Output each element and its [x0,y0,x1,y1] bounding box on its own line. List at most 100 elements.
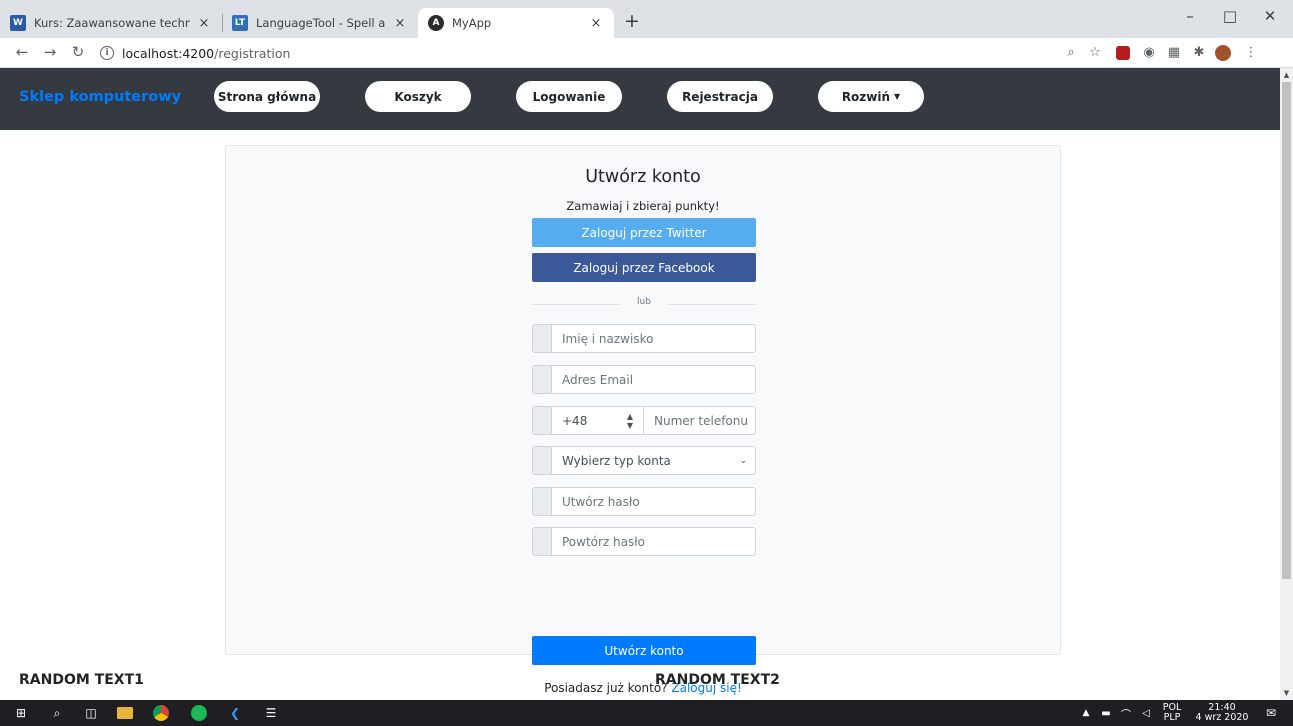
vscode-icon[interactable]: ❮ [226,704,244,722]
lock-icon [533,488,552,515]
new-tab-button[interactable]: + [624,10,640,32]
form-subtitle: Zamawiaj i zbieraj punkty! [566,199,720,213]
repeat-password-field[interactable]: Powtórz hasło [532,527,756,556]
repeat-password-placeholder: Powtórz hasło [562,534,646,549]
search-icon[interactable]: ⌕ [48,704,66,722]
tab-title: Kurs: Zaawansowane technologie [34,16,190,30]
user-icon [533,325,552,352]
facebook-login-button[interactable]: Zaloguj przez Facebook [532,253,756,282]
nav-dropdown-button[interactable]: Rozwiń ▼ [818,81,924,112]
extension-icon[interactable]: ▦ [1165,44,1183,62]
close-icon[interactable]: × [196,16,212,31]
divider-line [668,304,756,305]
chevron-down-icon: ⌄ [739,455,747,466]
windows-taskbar: ⊞ ⌕ ◫ ❮ ☰ ▲ ▬ ⌒ ◁ POL PLP 21:40 4 wrz 20… [0,700,1293,726]
tab-title: LanguageTool - Spell and Grammar [256,16,386,30]
nav-label: Rozwiń [841,89,891,104]
or-divider: lub [532,297,756,311]
browser-tab-myapp[interactable]: A MyApp × [418,8,614,38]
phone-number-input[interactable]: Numer telefonu [644,414,748,428]
angular-icon: A [428,15,444,31]
back-icon[interactable]: ← [10,43,34,61]
create-account-button[interactable]: Utwórz konto [532,636,756,665]
language-indicator[interactable]: POL PLP [1160,703,1184,723]
chrome-icon[interactable] [152,704,170,722]
clock[interactable]: 21:40 4 wrz 2020 [1192,703,1252,723]
registration-card: Utwórz konto Zamawiaj i zbieraj punkty! … [225,145,1061,695]
random-text-2: RANDOM TEXT2 [655,672,780,688]
close-icon[interactable]: × [588,16,604,31]
browser-tab-strip: W Kurs: Zaawansowane technologie × LT La… [0,0,1293,38]
app-icon[interactable]: ☰ [262,704,280,722]
url-host: localhost:4200 [122,45,215,61]
nav-register-button[interactable]: Rejestracja [667,81,773,112]
browser-tab-languagetool[interactable]: LT LanguageTool - Spell and Grammar × [222,8,418,38]
app-navbar: Sklep komputerowy Strona główna Koszyk L… [0,68,1280,130]
password-field[interactable]: Utwórz hasło [532,487,756,516]
bookmark-star-icon[interactable]: ☆ [1086,44,1104,62]
forward-icon[interactable]: → [38,43,62,61]
nav-label: Logowanie [532,89,606,104]
tray-expand-icon[interactable]: ▲ [1077,704,1095,722]
account-type-select[interactable]: Wybierz typ konta ⌄ [532,446,756,475]
login-prompt: Posiadasz już konto? Zaloguj się! [226,681,1060,695]
close-icon[interactable]: × [392,16,408,31]
info-icon[interactable]: i [100,46,114,60]
caret-down-icon: ▼ [894,92,901,101]
wsb-icon: W [10,15,26,31]
wifi-icon[interactable]: ⌒ [1117,704,1135,722]
divider-text: lub [637,297,651,307]
nav-label: Strona główna [217,89,317,104]
battery-icon[interactable]: ▬ [1097,704,1115,722]
file-explorer-icon[interactable] [116,704,134,722]
random-text-1: RANDOM TEXT1 [19,672,144,688]
scrollbar-thumb[interactable] [1282,82,1291,579]
have-account-text: Posiadasz już konto? [544,681,668,695]
brand-link[interactable]: Sklep komputerowy [19,89,181,105]
scroll-up-icon[interactable]: ▲ [1280,71,1293,79]
phone-icon [533,407,552,434]
envelope-icon [533,366,552,393]
windows-start-icon[interactable]: ⊞ [12,704,30,722]
screenshot-extension-icon[interactable]: ◉ [1140,44,1158,62]
scroll-down-icon[interactable]: ▼ [1280,689,1293,697]
address-bar[interactable]: i localhost:4200/registration [100,42,290,64]
window-close-icon[interactable]: ✕ [1250,7,1290,25]
nav-label: Koszyk [394,89,442,104]
name-placeholder: Imię i nazwisko [562,331,654,346]
twitter-login-button[interactable]: Zaloguj przez Twitter [532,218,756,247]
reload-icon[interactable]: ↻ [66,43,90,61]
volume-icon[interactable]: ◁ [1137,704,1155,722]
nav-cart-button[interactable]: Koszyk [365,81,471,112]
notifications-icon[interactable]: ✉ [1262,704,1280,722]
browser-toolbar: ← → ↻ i localhost:4200/registration ⌕ ☆ … [0,38,1293,68]
nav-home-button[interactable]: Strona główna [214,81,320,112]
password-placeholder: Utwórz hasło [562,494,640,509]
page-viewport: Sklep komputerowy Strona główna Koszyk L… [0,68,1280,700]
spotify-icon[interactable] [190,704,208,722]
ublock-icon[interactable] [1114,44,1132,62]
language-bottom: PLP [1163,712,1181,723]
maximize-icon[interactable]: □ [1210,7,1250,25]
browser-tab-course[interactable]: W Kurs: Zaawansowane technologie × [0,8,222,38]
email-placeholder: Adres Email [562,372,634,387]
nav-login-button[interactable]: Logowanie [516,81,622,112]
clock-date: 4 wrz 2020 [1195,712,1249,723]
email-field[interactable]: Adres Email [532,365,756,394]
menu-icon[interactable]: ⋮ [1242,44,1260,62]
profile-avatar-icon[interactable] [1214,44,1232,62]
page-scrollbar[interactable]: ▲ ▼ [1280,68,1293,700]
phone-field: +48 ▲ ▼ Numer telefonu [532,406,756,435]
task-view-icon[interactable]: ◫ [82,704,100,722]
lock-icon [533,528,552,555]
name-field[interactable]: Imię i nazwisko [532,324,756,353]
zoom-icon[interactable]: ⌕ [1062,44,1080,62]
languagetool-icon: LT [232,15,248,31]
building-icon [533,447,552,474]
puzzle-icon[interactable]: ✱ [1190,44,1208,62]
phone-prefix-select[interactable]: +48 ▲ ▼ [552,407,644,434]
minimize-icon[interactable]: – [1170,7,1210,25]
nav-label: Rejestracja [682,89,758,104]
phone-prefix-value: +48 [562,413,588,428]
url-path: /registration [214,45,291,61]
